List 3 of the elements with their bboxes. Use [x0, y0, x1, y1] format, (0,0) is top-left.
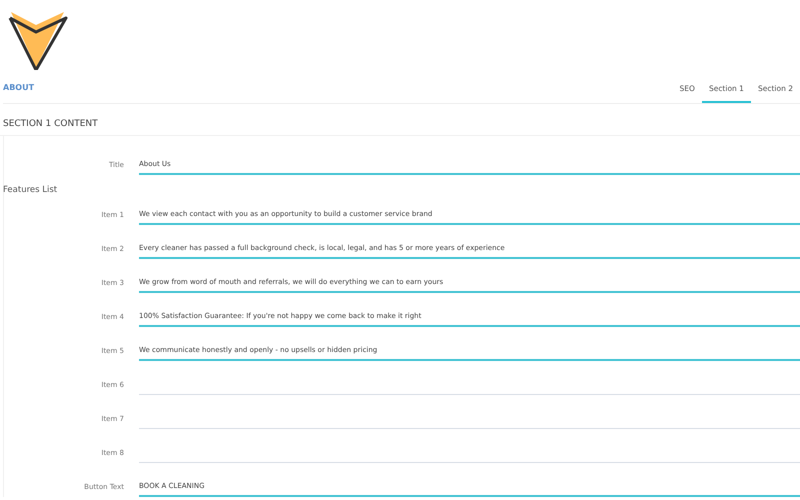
section-title: SECTION 1 CONTENT: [0, 104, 800, 136]
page-title: ABOUT: [3, 82, 34, 92]
features-heading: Features List: [3, 184, 58, 191]
